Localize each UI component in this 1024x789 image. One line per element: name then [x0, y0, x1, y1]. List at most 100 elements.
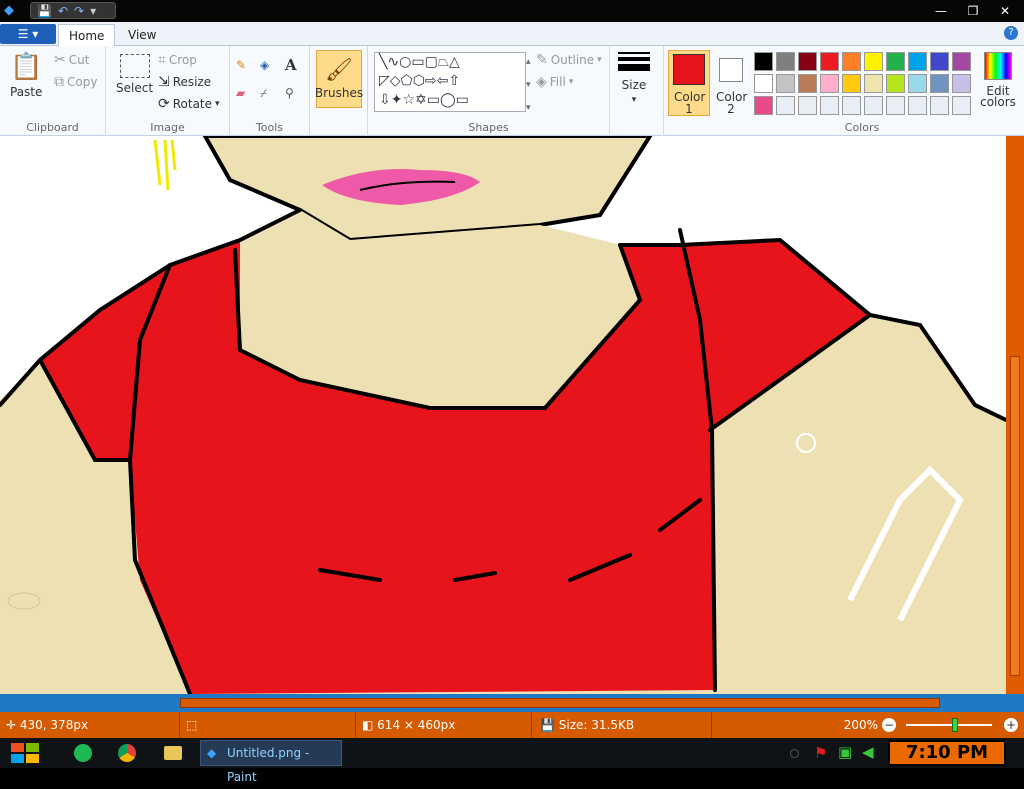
clipboard-group: 📋 Paste ✂ Cut ⧉ Copy Clipboard: [0, 46, 106, 136]
copy-button[interactable]: ⧉ Copy: [54, 74, 97, 90]
palette-swatch[interactable]: [864, 96, 883, 115]
cut-button[interactable]: ✂ Cut: [54, 52, 89, 68]
color1-button[interactable]: Color 1: [668, 50, 710, 116]
shapes-scroll[interactable]: ▴ ▾ ▾: [526, 52, 531, 118]
vertical-scrollbar[interactable]: [1006, 136, 1024, 694]
palette-swatch[interactable]: [952, 52, 971, 71]
drawing-canvas[interactable]: [0, 136, 1006, 694]
palette-swatch[interactable]: [908, 96, 927, 115]
palette-swatch[interactable]: [798, 74, 817, 93]
text-tool-icon[interactable]: A: [285, 56, 297, 74]
palette-swatch[interactable]: [886, 74, 905, 93]
tab-home[interactable]: Home: [58, 24, 116, 46]
customize-icon[interactable]: ▾: [90, 4, 96, 18]
edit-colors-button[interactable]: Edit colors: [976, 52, 1020, 108]
palette-swatch[interactable]: [820, 74, 839, 93]
palette-swatch[interactable]: [842, 74, 861, 93]
palette-swatch[interactable]: [864, 74, 883, 93]
shapes-group: ╲∿○▭▢⏢△ ◸◇⬠⬡⇨⇦⇧ ⇩✦☆✡▭◯▭ ▴ ▾ ▾ ✎ Outline ▾ ◈ Fil…: [368, 46, 610, 136]
windows-logo-green: [26, 743, 39, 752]
paste-button[interactable]: 📋 Paste: [10, 52, 42, 99]
color1-swatch: [673, 54, 705, 85]
start-button[interactable]: [8, 740, 42, 766]
taskbar: ◆ Untitled.png - Paint ⚑ ▣ ◀ 7:10 PM: [0, 738, 1024, 784]
palette-swatch[interactable]: [776, 74, 795, 93]
chrome-icon[interactable]: [118, 744, 136, 762]
undo-icon[interactable]: ↶: [58, 4, 68, 18]
save-icon[interactable]: 💾: [37, 4, 52, 18]
rotate-button[interactable]: ⟳ Rotate ▾: [158, 96, 220, 112]
close-button[interactable]: ✕: [992, 3, 1018, 19]
outline-button[interactable]: ✎ Outline ▾: [536, 52, 602, 68]
palette-swatch[interactable]: [908, 74, 927, 93]
fill-bucket-icon[interactable]: ◈: [260, 58, 269, 72]
horizontal-scrollbar[interactable]: [0, 694, 1024, 712]
palette-swatch[interactable]: [908, 52, 927, 71]
color2-swatch: [719, 58, 743, 82]
tab-view[interactable]: View: [118, 24, 166, 46]
paste-label: Paste: [10, 85, 43, 99]
palette-swatch[interactable]: [776, 52, 795, 71]
zoom-slider-thumb[interactable]: [952, 718, 958, 732]
palette-swatch[interactable]: [754, 52, 773, 71]
palette-swatch[interactable]: [930, 96, 949, 115]
image-dimensions: ◧ 614 × 460px: [356, 712, 532, 738]
record-icon[interactable]: [790, 749, 799, 758]
palette-swatch[interactable]: [842, 52, 861, 71]
restore-button[interactable]: ❐: [960, 3, 986, 19]
palette-swatch[interactable]: [754, 96, 773, 115]
taskbar-paint-button[interactable]: ◆ Untitled.png - Paint: [200, 740, 342, 784]
select-button[interactable]: Select: [116, 54, 153, 95]
taskbar-clock[interactable]: 7:10 PM: [888, 740, 1006, 766]
palette-swatch[interactable]: [798, 52, 817, 71]
brushes-button[interactable]: 🖌 Brushes: [315, 50, 363, 108]
palette-swatch[interactable]: [842, 96, 861, 115]
palette-swatch[interactable]: [886, 96, 905, 115]
spotify-icon[interactable]: [74, 744, 92, 762]
help-icon[interactable]: ?: [1004, 26, 1018, 40]
size-button[interactable]: Size ▾: [618, 52, 650, 105]
color-picker-icon[interactable]: ⌿: [260, 86, 267, 101]
zoom-in-icon[interactable]: +: [1004, 718, 1018, 732]
volume-icon[interactable]: ◀: [862, 743, 874, 761]
file-explorer-icon[interactable]: [164, 746, 182, 760]
eraser-icon[interactable]: ▰: [236, 86, 245, 100]
flag-icon[interactable]: ⚑: [814, 744, 827, 762]
magnifier-icon[interactable]: ⚲: [285, 86, 294, 100]
chevron-down-icon: ▾: [568, 77, 574, 87]
rainbow-palette-icon: [984, 52, 1012, 80]
palette-swatch[interactable]: [952, 74, 971, 93]
network-icon[interactable]: ▣: [838, 743, 852, 761]
palette-swatch[interactable]: [864, 52, 883, 71]
color2-button[interactable]: Color 2: [712, 50, 750, 116]
palette-swatch[interactable]: [930, 52, 949, 71]
palette-swatch[interactable]: [820, 52, 839, 71]
image-group-label: Image: [150, 121, 185, 134]
chevron-down-icon: ▾: [526, 80, 531, 90]
resize-button[interactable]: ⇲ Resize: [158, 74, 211, 90]
shapes-gallery[interactable]: ╲∿○▭▢⏢△ ◸◇⬠⬡⇨⇦⇧ ⇩✦☆✡▭◯▭: [374, 52, 526, 112]
paint-app-icon[interactable]: ◆: [4, 3, 14, 18]
palette-swatch[interactable]: [886, 52, 905, 71]
zoom-out-icon[interactable]: −: [882, 718, 896, 732]
palette-swatch[interactable]: [820, 96, 839, 115]
palette-swatch[interactable]: [952, 96, 971, 115]
palette-swatch[interactable]: [930, 74, 949, 93]
pencil-icon[interactable]: ✎: [236, 58, 246, 72]
crop-button[interactable]: ⌗ Crop: [158, 52, 197, 68]
redo-icon[interactable]: ↷: [74, 4, 84, 18]
palette-swatch[interactable]: [776, 96, 795, 115]
minimize-button[interactable]: —: [928, 3, 954, 19]
ribbon: 📋 Paste ✂ Cut ⧉ Copy Clipboard Select ⌗ Cro…: [0, 46, 1024, 136]
copy-label: Copy: [67, 75, 98, 89]
file-menu-button[interactable]: ☰ ▾: [0, 24, 56, 44]
select-label: Select: [116, 81, 154, 95]
colors-group: Edit colors Colors: [750, 46, 1024, 136]
fill-button[interactable]: ◈ Fill ▾: [536, 74, 573, 90]
palette-swatch[interactable]: [754, 74, 773, 93]
canvas-drawing[interactable]: [0, 136, 1006, 694]
horizontal-scroll-thumb[interactable]: [180, 698, 940, 708]
vertical-scroll-thumb[interactable]: [1010, 356, 1020, 676]
palette-swatch[interactable]: [798, 96, 817, 115]
zoom-slider[interactable]: [906, 718, 992, 732]
